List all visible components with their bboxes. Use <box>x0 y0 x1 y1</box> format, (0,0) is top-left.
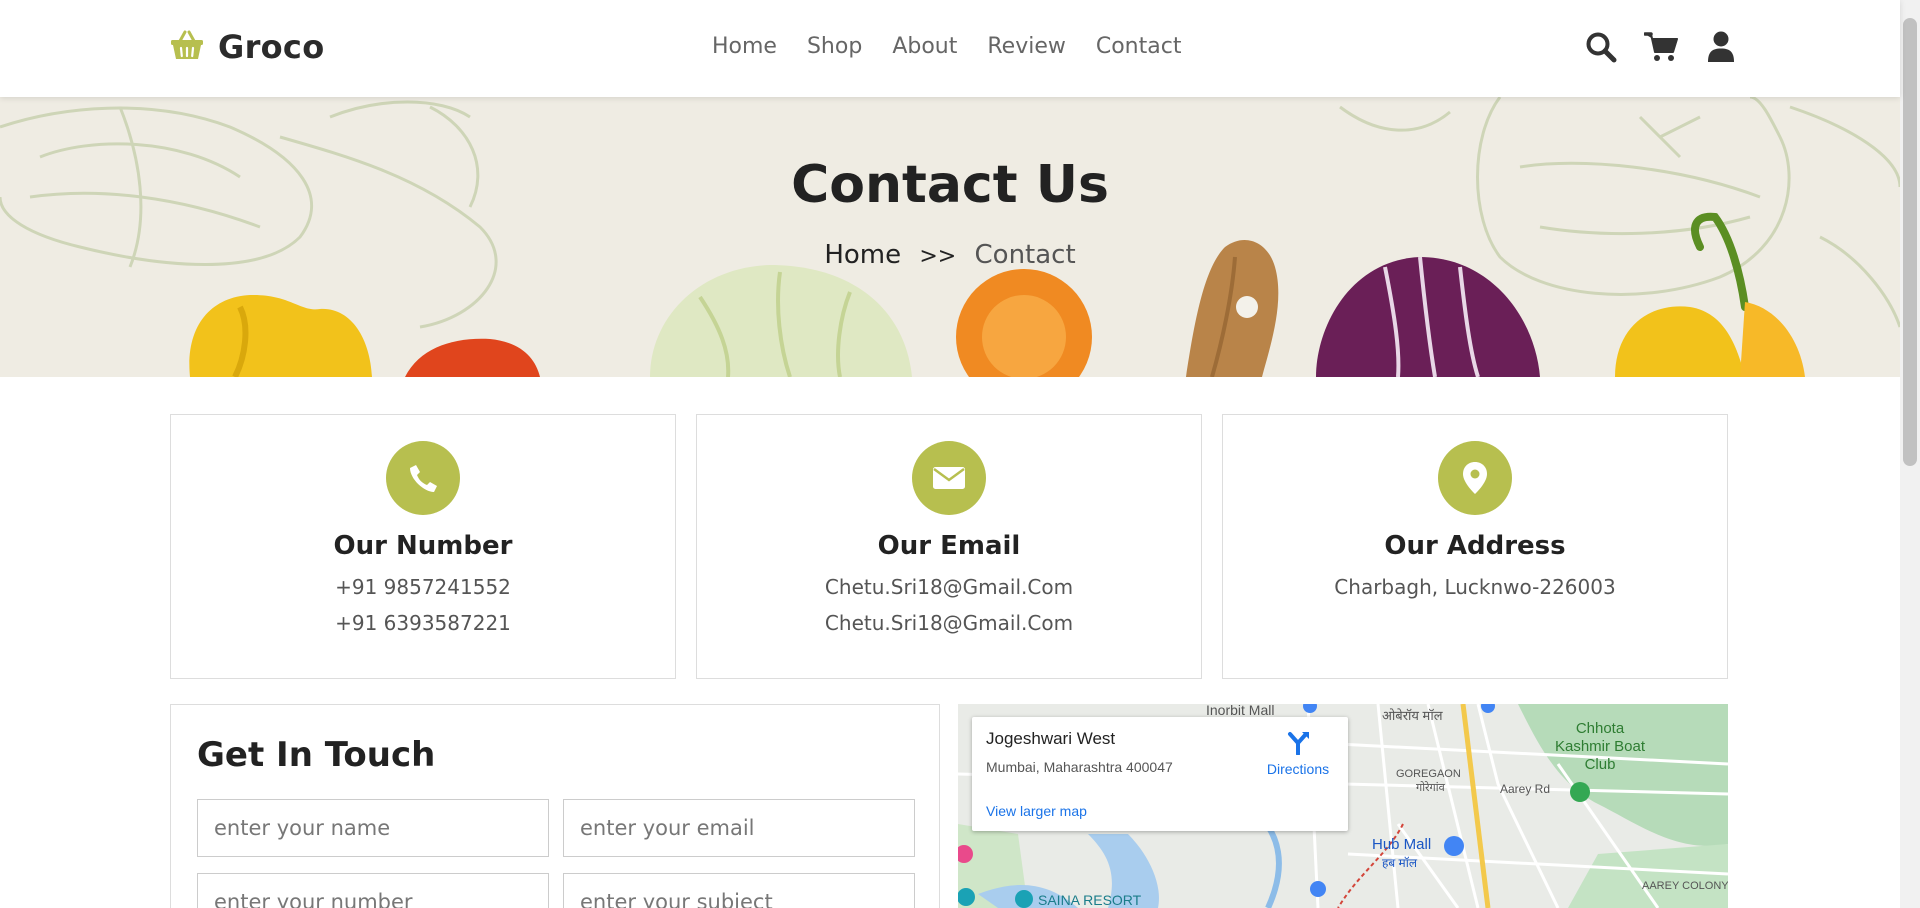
nav-about[interactable]: About <box>892 34 957 59</box>
page-banner: Contact Us Home >> Contact <box>0 97 1900 377</box>
map-label: हब मॉल <box>1382 856 1417 870</box>
view-larger-map-link[interactable]: View larger map <box>986 803 1087 819</box>
user-icon[interactable] <box>1704 30 1738 64</box>
phone-icon <box>386 441 460 515</box>
card-title: Our Email <box>877 531 1021 561</box>
map-label: ओबेरॉय मॉल <box>1382 708 1443 723</box>
map-label: Inorbit Mall <box>1206 704 1275 718</box>
envelope-icon <box>912 441 986 515</box>
search-icon[interactable] <box>1584 30 1618 64</box>
page-title: Contact Us <box>791 155 1109 215</box>
form-title: Get In Touch <box>197 735 436 775</box>
contact-card-address: Our Address Charbagh, Lucknwo-226003 <box>1222 414 1728 679</box>
map-place-address: Mumbai, Maharashtra 400047 <box>986 759 1173 775</box>
email-address: Chetu.Sri18@Gmail.Com <box>824 575 1074 599</box>
subject-input[interactable] <box>563 873 915 908</box>
basket-icon <box>170 30 204 64</box>
cart-icon[interactable] <box>1644 30 1678 64</box>
nav-contact[interactable]: Contact <box>1096 34 1182 59</box>
map-label: गोरेगांव <box>1416 782 1445 794</box>
card-title: Our Address <box>1384 531 1566 561</box>
map-place-card: Jogeshwari West Mumbai, Maharashtra 4000… <box>972 717 1348 831</box>
map-label: Hub Mall <box>1372 836 1432 853</box>
embedded-map[interactable]: Inorbit Mall ओबेरॉय मॉल GOREGAON गोरेगां… <box>958 704 1728 908</box>
card-title: Our Number <box>333 531 513 561</box>
contact-card-email: Our Email Chetu.Sri18@Gmail.Com Chetu.Sr… <box>696 414 1202 679</box>
map-label: AAREY COLONY <box>1642 880 1728 892</box>
email-input[interactable] <box>563 799 915 857</box>
breadcrumb-home[interactable]: Home <box>824 240 901 270</box>
logo[interactable]: Groco <box>170 28 324 66</box>
map-place-name: Jogeshwari West <box>986 729 1116 748</box>
nav-home[interactable]: Home <box>712 34 777 59</box>
map-label: GOREGAON <box>1396 768 1461 780</box>
directions-button[interactable]: Directions <box>1258 729 1338 777</box>
phone-number: +91 6393587221 <box>335 611 511 635</box>
map-pin-icon <box>1438 441 1512 515</box>
banner-artwork <box>0 97 1900 377</box>
number-input[interactable] <box>197 873 549 908</box>
name-input[interactable] <box>197 799 549 857</box>
brand-name: Groco <box>218 28 325 66</box>
contact-card-number: Our Number +91 9857241552 +91 6393587221 <box>170 414 676 679</box>
directions-icon <box>1285 732 1311 759</box>
breadcrumb-separator: >> <box>919 244 957 269</box>
site-header: Groco Home Shop About Review Contact <box>0 0 1900 97</box>
map-label: Aarey Rd <box>1500 782 1551 796</box>
email-address: Chetu.Sri18@Gmail.Com <box>824 611 1074 635</box>
directions-label: Directions <box>1266 761 1330 777</box>
breadcrumb: Home >> Contact <box>0 240 1900 270</box>
street-address: Charbagh, Lucknwo-226003 <box>1334 575 1616 599</box>
map-label: SAINA RESORT <box>1038 892 1142 908</box>
phone-number: +91 9857241552 <box>335 575 511 599</box>
breadcrumb-current: Contact <box>974 240 1076 270</box>
contact-form: Get In Touch <box>170 704 940 908</box>
scrollbar-thumb[interactable] <box>1903 18 1917 466</box>
nav-shop[interactable]: Shop <box>807 34 862 59</box>
page-scrollbar[interactable] <box>1900 0 1920 908</box>
nav-review[interactable]: Review <box>987 34 1066 59</box>
main-nav: Home Shop About Review Contact <box>712 34 1181 59</box>
header-actions <box>1584 30 1738 64</box>
map-label: Chhota Kashmir Boat Club <box>1554 720 1646 773</box>
